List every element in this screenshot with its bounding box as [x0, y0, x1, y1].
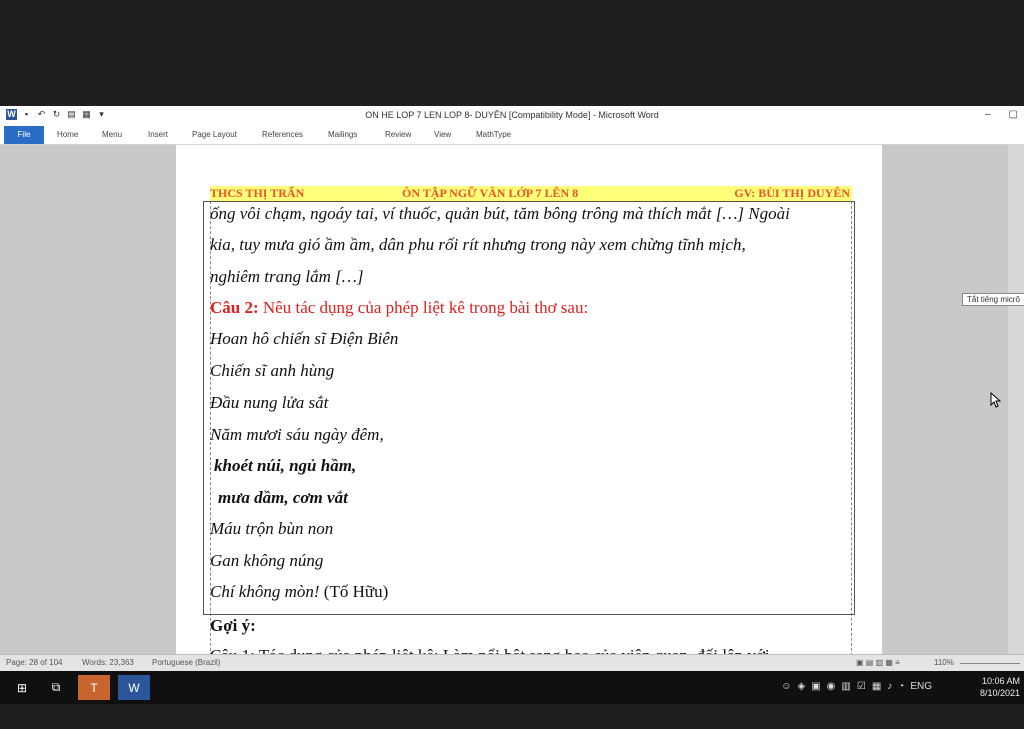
poem-last-line: Chí không mòn! (Tố Hữu): [210, 582, 388, 602]
paragraph-line: ống vôi chạm, ngoáy tai, ví thuốc, quản …: [210, 204, 790, 223]
poem-line: mưa dầm, cơm vắt: [218, 488, 348, 507]
poem-author: (Tố Hữu): [319, 582, 389, 601]
tab-mathtype[interactable]: MathType: [476, 130, 511, 139]
view-layout-icons[interactable]: ▣ ▤ ▥ ▦ ≡: [856, 658, 900, 667]
window-controls: – ▢: [985, 109, 1018, 120]
paragraph-line: nghiêm trang lắm […]: [210, 267, 364, 286]
page-count[interactable]: Page: 28 of 104: [6, 658, 63, 667]
tray-app-icon[interactable]: ◉: [827, 681, 836, 692]
system-tray: ☺ ◈ ▣ ◉ ▥ ☑ ▦ ♪ ◔ ENG: [781, 681, 932, 692]
word-app-icon[interactable]: W: [118, 675, 150, 700]
paragraph-line-cut: Câu 1: Tác dụng của phép liệt kê: Làm nổ…: [210, 646, 770, 654]
tray-app-icon[interactable]: ◈: [798, 681, 806, 692]
poem-line: Máu trộn bùn non: [210, 519, 334, 538]
volume-icon[interactable]: ♪: [887, 681, 892, 692]
poem-line: khoét núi, ngủ hầm,: [214, 456, 357, 475]
document-workspace: THCS THỊ TRẤN ÔN TẬP NGỮ VĂN LỚP 7 LÊN 8…: [0, 145, 1024, 654]
teams-app-icon[interactable]: T: [78, 675, 110, 700]
tab-review[interactable]: Review: [385, 130, 411, 139]
header-title: ÔN TẬP NGỮ VĂN LỚP 7 LÊN 8: [402, 186, 579, 200]
windows-start-icon[interactable]: ⊞: [6, 675, 38, 700]
word-count[interactable]: Words: 23,363: [82, 658, 134, 667]
task-view-icon[interactable]: ⧉: [40, 675, 72, 700]
poem-line: Đầu nung lửa sắt: [210, 393, 329, 412]
screen-bottom-bar: [0, 704, 1024, 729]
mouse-cursor-icon: [990, 392, 1002, 408]
tab-home[interactable]: Home: [57, 130, 78, 139]
tab-page-layout[interactable]: Page Layout: [192, 130, 237, 139]
question-2-label: Câu 2:: [210, 298, 259, 317]
vertical-scrollbar[interactable]: [1008, 145, 1024, 654]
tab-references[interactable]: References: [262, 130, 303, 139]
tab-menu[interactable]: Menu: [102, 130, 122, 139]
screen-top-bar: [0, 0, 1024, 106]
clock-date: 8/10/2021: [979, 688, 1020, 698]
title-bar: W ▪ ↶ ↻ ▤ ▦ ▾ ON HE LOP 7 LEN LOP 8- DUY…: [0, 106, 1024, 126]
language-indicator[interactable]: Portuguese (Brazil): [152, 658, 220, 667]
tray-app-icon[interactable]: ▦: [872, 681, 881, 692]
poem-line: Gan không núng: [210, 551, 324, 570]
zoom-slider[interactable]: [960, 663, 1020, 664]
paragraph-line: kia, tuy mưa gió ầm ầm, dân phu rối rít …: [210, 235, 746, 254]
windows-taskbar: ⊞ ⧉ T W ☺ ◈ ▣ ◉ ▥ ☑ ▦ ♪ ◔ ENG 10:06 AM 8…: [0, 671, 1024, 704]
tab-mailings[interactable]: Mailings: [328, 130, 357, 139]
tab-file[interactable]: File: [4, 126, 44, 144]
people-icon[interactable]: ☺: [781, 681, 791, 692]
tab-view[interactable]: View: [434, 130, 451, 139]
header-school: THCS THỊ TRẤN: [210, 186, 305, 200]
network-icon[interactable]: ◔: [898, 681, 904, 692]
hint-heading: Gợi ý:: [210, 616, 256, 635]
clock-time: 10:06 AM: [981, 676, 1020, 686]
mute-tooltip: Tắt tiếng micrô: [962, 293, 1024, 306]
poem-line: Hoan hô chiến sĩ Điện Biên: [210, 329, 399, 348]
input-language[interactable]: ENG: [910, 681, 932, 692]
zoom-level[interactable]: 110%: [934, 658, 954, 667]
page-header: THCS THỊ TRẤN ÔN TẬP NGỮ VĂN LỚP 7 LÊN 8…: [210, 186, 852, 201]
window-title: ON HE LOP 7 LEN LOP 8- DUYÊN [Compatibil…: [365, 110, 659, 120]
tray-app-icon[interactable]: ▥: [841, 681, 850, 692]
header-teacher: GV: BÙI THỊ DUYÊN: [734, 186, 850, 200]
poem-line: Năm mươi sáu ngày đêm,: [210, 425, 384, 444]
question-2: Câu 2: Nêu tác dụng của phép liệt kê tro…: [210, 298, 588, 318]
restore-button[interactable]: ▢: [1009, 109, 1018, 120]
document-page[interactable]: THCS THỊ TRẤN ÔN TẬP NGỮ VĂN LỚP 7 LÊN 8…: [176, 145, 882, 654]
tray-app-icon[interactable]: ▣: [811, 681, 820, 692]
minimize-button[interactable]: –: [985, 109, 991, 120]
status-bar: Page: 28 of 104 Words: 23,363 Portuguese…: [0, 654, 1024, 671]
tray-app-icon[interactable]: ☑: [857, 681, 866, 692]
poem-line: Chí không mòn!: [210, 582, 320, 601]
ribbon-tabs: File Home Menu Insert Page Layout Refere…: [0, 126, 1024, 145]
poem-line: Chiến sĩ anh hùng: [210, 361, 335, 380]
system-clock[interactable]: 10:06 AM 8/10/2021: [980, 675, 1020, 699]
question-2-text: Nêu tác dụng của phép liệt kê trong bài …: [258, 298, 589, 317]
tab-insert[interactable]: Insert: [148, 130, 168, 139]
